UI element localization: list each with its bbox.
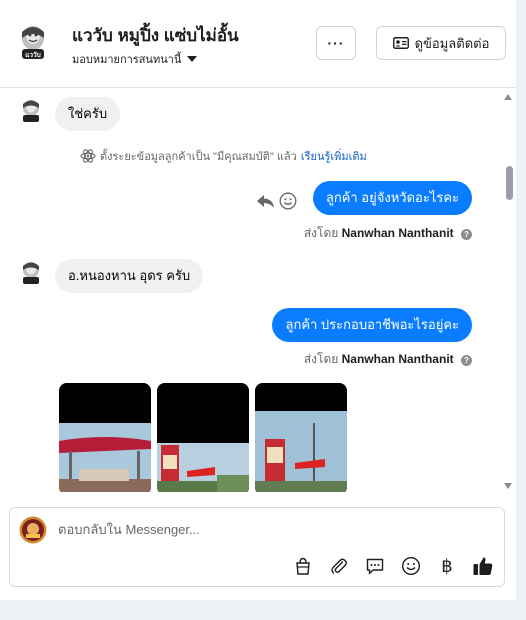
incoming-message[interactable]: ใช่ครับ bbox=[55, 97, 121, 131]
scroll-down-arrow-icon[interactable] bbox=[504, 483, 512, 489]
sent-by-name[interactable]: Nanwhan Nanthanit bbox=[342, 352, 454, 366]
contact-card-icon bbox=[392, 37, 409, 49]
sent-by-label: ส่งโดย Nanwhan Nanthanit ? bbox=[304, 350, 472, 369]
system-notice-text: ตั้งระยะข้อมูลลูกค้าเป็น "มีคุณสมบัติ" แ… bbox=[100, 151, 297, 163]
more-options-label: ··· bbox=[327, 35, 345, 51]
reply-input[interactable] bbox=[58, 522, 478, 537]
page-title: แววับ หมูปิ้ง แซ่บไม่อั้น bbox=[72, 26, 239, 45]
help-icon[interactable]: ? bbox=[461, 355, 472, 366]
react-emoji-icon[interactable] bbox=[279, 192, 297, 210]
baht-icon[interactable]: ฿ bbox=[435, 554, 459, 578]
outgoing-message[interactable]: ลูกค้า ประกอบอาชีพอะไรอยู่คะ bbox=[272, 308, 472, 342]
photo-attachment[interactable] bbox=[59, 383, 151, 492]
outgoing-message[interactable]: ลูกค้า อยู่จังหวัดอะไรคะ bbox=[312, 181, 472, 215]
assign-conversation-label: มอบหมายการสนทนานี้ bbox=[72, 54, 182, 66]
learn-more-link[interactable]: เรียนรู้เพิ่มเติม bbox=[301, 147, 367, 165]
scroll-up-arrow-icon[interactable] bbox=[504, 94, 512, 100]
photo-attachment[interactable] bbox=[255, 383, 347, 492]
sent-by-label: ส่งโดย Nanwhan Nanthanit ? bbox=[304, 224, 472, 243]
customer-avatar bbox=[23, 100, 39, 122]
sent-by-name[interactable]: Nanwhan Nanthanit bbox=[342, 226, 454, 240]
photo-attachment[interactable] bbox=[157, 383, 249, 492]
message-thread[interactable]: ใช่ครับ ตั้งระยะข้อมูลลูกค้าเป็น "มีคุณส… bbox=[0, 89, 516, 492]
scrollbar-thumb[interactable] bbox=[506, 166, 513, 200]
conversation-header: แววับ แววับ หมูปิ้ง แซ่บไม่อั้น มอบหมายก… bbox=[0, 0, 516, 88]
reply-icon[interactable] bbox=[256, 193, 276, 209]
customer-avatar bbox=[23, 262, 39, 284]
agent-avatar bbox=[19, 516, 47, 544]
page-avatar-text: แววับ bbox=[25, 51, 41, 59]
saved-reply-icon[interactable] bbox=[363, 554, 387, 578]
incoming-message[interactable]: อ.หนองหาน อุดร ครับ bbox=[55, 259, 204, 293]
reply-composer: ฿ bbox=[9, 507, 505, 587]
thread-scrollbar[interactable] bbox=[503, 89, 516, 492]
view-contact-info-label: ดูข้อมูลติดต่อ bbox=[414, 35, 490, 51]
shopping-bag-icon[interactable] bbox=[291, 554, 315, 578]
sent-by-prefix: ส่งโดย bbox=[303, 352, 339, 366]
paperclip-icon[interactable] bbox=[327, 554, 351, 578]
help-icon[interactable]: ? bbox=[461, 229, 472, 240]
emoji-icon[interactable] bbox=[399, 554, 423, 578]
assign-conversation-dropdown[interactable]: มอบหมายการสนทนานี้ bbox=[72, 50, 198, 68]
sent-by-prefix: ส่งโดย bbox=[303, 226, 339, 240]
page-avatar[interactable]: แววับ bbox=[19, 24, 47, 62]
system-notice: ตั้งระยะข้อมูลลูกค้าเป็น "มีคุณสมบัติ" แ… bbox=[80, 147, 367, 165]
baht-glyph: ฿ bbox=[441, 555, 453, 576]
atom-icon bbox=[80, 149, 96, 163]
thumbs-up-icon[interactable] bbox=[471, 554, 495, 578]
more-options-button[interactable]: ··· bbox=[316, 26, 356, 60]
conversation-panel: แววับ แววับ หมูปิ้ง แซ่บไม่อั้น มอบหมายก… bbox=[0, 0, 516, 600]
caret-down-icon bbox=[187, 56, 198, 62]
view-contact-info-button[interactable]: ดูข้อมูลติดต่อ bbox=[376, 26, 506, 60]
